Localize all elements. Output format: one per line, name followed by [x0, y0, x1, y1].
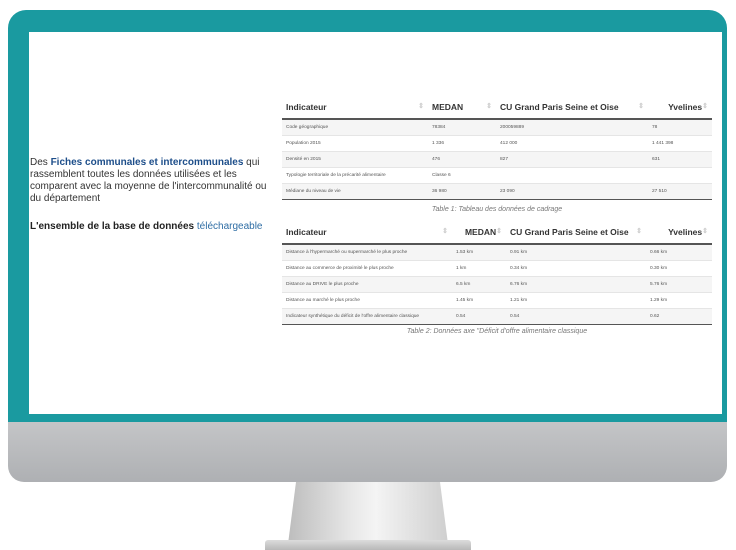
- table-cell: 0.91 km: [506, 243, 646, 261]
- table-cell: 6.76 km: [506, 276, 646, 293]
- table-cell: 1.21 km: [506, 292, 646, 309]
- table-header-row: Indicateur ⇕ MEDAN ⇕ CU Grand Paris Seine …: [282, 221, 712, 245]
- table-cell: 78: [648, 118, 712, 136]
- table-cell: Indicateur synthétique du déficit de l'o…: [282, 308, 452, 325]
- table-row: Densité en 2015 476 827 631: [282, 151, 712, 168]
- table2-caption: Table 2: Données axe "Déficit d'offre al…: [406, 328, 588, 335]
- table-cell: 200059889: [496, 118, 648, 136]
- table-cell: 1 336: [428, 135, 496, 152]
- table1-caption: Table 1: Tableau des données de cadrage: [431, 206, 563, 213]
- sort-icon[interactable]: ⇕: [418, 102, 424, 110]
- table-cell: 27 510: [648, 183, 712, 200]
- table-cell: Densité en 2015: [282, 151, 428, 168]
- table-cell: 476: [428, 151, 496, 168]
- table-cell: Médiane du niveau de vie: [282, 183, 428, 200]
- sort-icon[interactable]: ⇕: [636, 227, 642, 235]
- sort-icon[interactable]: ⇕: [702, 102, 708, 110]
- table-cadrage: Indicateur ⇕ MEDAN ⇕ CU Grand Paris Seine …: [282, 96, 712, 200]
- column-header-medan[interactable]: MEDAN ⇕: [452, 221, 506, 245]
- column-header-medan[interactable]: MEDAN ⇕: [428, 96, 496, 120]
- fiches-highlight: Fiches communales et intercommunales: [50, 157, 244, 168]
- table-row: Population 2015 1 336 412 000 1 441 398: [282, 135, 712, 152]
- column-header-yvelines[interactable]: Yvelines ⇕: [648, 96, 712, 120]
- table-cell: Distance au commerce de proximité le plu…: [282, 260, 452, 277]
- monitor-stand-base: [265, 540, 471, 550]
- table-cell: 0.54: [452, 308, 506, 325]
- table-header-row: Indicateur ⇕ MEDAN ⇕ CU Grand Paris Seine …: [282, 96, 712, 120]
- table-cell: 0.30 km: [646, 260, 712, 277]
- table-cell: 6.5 km: [452, 276, 506, 293]
- table-cell: 827: [496, 151, 648, 168]
- table-row: Médiane du niveau de vie 36 980 23 090 27 5…: [282, 183, 712, 200]
- table-row: Indicateur synthétique du déficit de l'o…: [282, 308, 712, 325]
- table-cell: 0.34 km: [506, 260, 646, 277]
- table-cell: Distance au marché le plus proche: [282, 292, 452, 309]
- description-paragraph: Des Fiches communales et intercommunales…: [30, 157, 278, 205]
- sort-icon[interactable]: ⇕: [442, 227, 448, 235]
- description-prefix: Des: [30, 157, 51, 168]
- sort-icon[interactable]: ⇕: [496, 227, 502, 235]
- column-header-cu-gpso[interactable]: CU Grand Paris Seine et Oise ⇕: [496, 96, 648, 120]
- table-cell: Distance au DRIVE le plus proche: [282, 276, 452, 293]
- sort-icon[interactable]: ⇕: [638, 102, 644, 110]
- monitor-stand-neck: [288, 482, 448, 544]
- column-header-indicateur[interactable]: Indicateur ⇕: [282, 221, 452, 245]
- table-cell: 1.29 km: [646, 292, 712, 309]
- table-cell: 631: [648, 151, 712, 168]
- table-cell: 36 980: [428, 183, 496, 200]
- table-cell: 5.76 km: [646, 276, 712, 293]
- database-title: L'ensemble de la base de données: [30, 221, 195, 232]
- sort-icon[interactable]: ⇕: [702, 227, 708, 235]
- table-row: Distance à l'hypermarché ou supermarché …: [282, 243, 712, 261]
- column-header-yvelines[interactable]: Yvelines ⇕: [646, 221, 712, 245]
- table-cell: 1.45 km: [452, 292, 506, 309]
- table-cell: 1 441 398: [648, 135, 712, 152]
- table-cell: 412 000: [496, 135, 648, 152]
- table-cell: 1.53 km: [452, 243, 506, 261]
- table-cell: Code géographique: [282, 118, 428, 136]
- table-cell: 1 km: [452, 260, 506, 277]
- table-row: Typologie territoriale de la précarité a…: [282, 167, 712, 184]
- table-cell: Population 2015: [282, 135, 428, 152]
- table-cell: [648, 167, 712, 184]
- table-cell: 78384: [428, 118, 496, 136]
- table-row: Distance au DRIVE le plus proche 6.5 km 6.…: [282, 276, 712, 293]
- table-cell: 23 090: [496, 183, 648, 200]
- table-cell: Classe 6: [428, 167, 496, 184]
- table-cell: Distance à l'hypermarché ou supermarché …: [282, 243, 452, 261]
- database-paragraph: L'ensemble de la base de données télécha…: [30, 221, 278, 233]
- column-header-indicateur[interactable]: Indicateur ⇕: [282, 96, 428, 120]
- table-row: Code géographique 78384 200059889 78: [282, 118, 712, 136]
- table-cell: 0.54: [506, 308, 646, 325]
- table-cell: 0.66 km: [646, 243, 712, 261]
- column-header-cu-gpso[interactable]: CU Grand Paris Seine et Oise ⇕: [506, 221, 646, 245]
- description-panel: Des Fiches communales et intercommunales…: [30, 157, 278, 233]
- table-offre-alimentaire: Indicateur ⇕ MEDAN ⇕ CU Grand Paris Seine …: [282, 221, 712, 325]
- table-row: Distance au commerce de proximité le plu…: [282, 260, 712, 277]
- download-link[interactable]: téléchargeable: [197, 221, 263, 232]
- table-cell: 0.62: [646, 308, 712, 325]
- table-row: Distance au marché le plus proche 1.45 km…: [282, 292, 712, 309]
- sort-icon[interactable]: ⇕: [486, 102, 492, 110]
- monitor-chin: [8, 422, 727, 482]
- table-cell: Typologie territoriale de la précarité a…: [282, 167, 428, 184]
- table-cell: [496, 167, 648, 184]
